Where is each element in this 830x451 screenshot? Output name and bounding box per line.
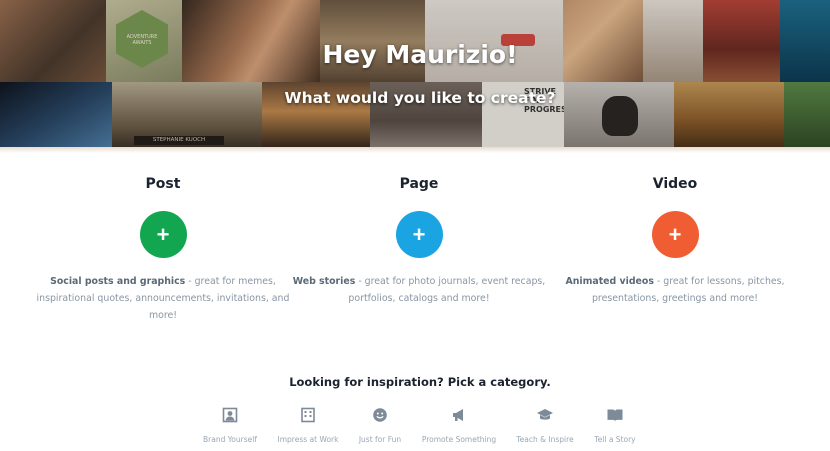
greeting-heading: Hey Maurizio! bbox=[322, 40, 518, 69]
plus-icon: + bbox=[156, 221, 170, 247]
option-description-video: Animated videos - great for lessons, pit… bbox=[544, 273, 806, 307]
plus-icon: + bbox=[412, 221, 426, 247]
option-title-video: Video bbox=[652, 176, 698, 192]
plus-icon: + bbox=[668, 221, 682, 247]
category-label: Tell a Story bbox=[594, 435, 636, 444]
option-description-strong: Social posts and graphics bbox=[50, 276, 186, 287]
option-description-strong: Animated videos bbox=[565, 276, 654, 287]
category-tell-a-story[interactable]: Tell a Story bbox=[560, 405, 670, 444]
create-option-page: Page + Web stories - great for photo jou… bbox=[288, 173, 550, 307]
option-description-page: Web stories - great for photo journals, … bbox=[288, 273, 550, 307]
inspiration-heading: Looking for inspiration? Pick a category… bbox=[289, 375, 551, 389]
hero-shade bbox=[0, 0, 830, 147]
hero-divider bbox=[0, 147, 830, 153]
create-page-button[interactable]: + bbox=[395, 211, 443, 258]
create-post-button[interactable]: + bbox=[139, 211, 187, 258]
option-description-text: - great for photo journals, event recaps… bbox=[348, 276, 546, 304]
option-title-post: Post bbox=[145, 176, 181, 192]
option-description-strong: Web stories bbox=[292, 276, 356, 287]
hero-banner: ADVENTURE AWAITS STEPHANIE KUOCH STRIVE … bbox=[0, 0, 830, 147]
option-title-page: Page bbox=[399, 176, 439, 192]
create-prompt: What would you like to create? bbox=[284, 89, 556, 107]
create-option-post: Post + Social posts and graphics - great… bbox=[32, 173, 294, 324]
create-video-button[interactable]: + bbox=[651, 211, 699, 258]
create-option-video: Video + Animated videos - great for less… bbox=[544, 173, 806, 307]
open-book-icon bbox=[560, 405, 670, 431]
option-description-post: Social posts and graphics - great for me… bbox=[32, 273, 294, 324]
